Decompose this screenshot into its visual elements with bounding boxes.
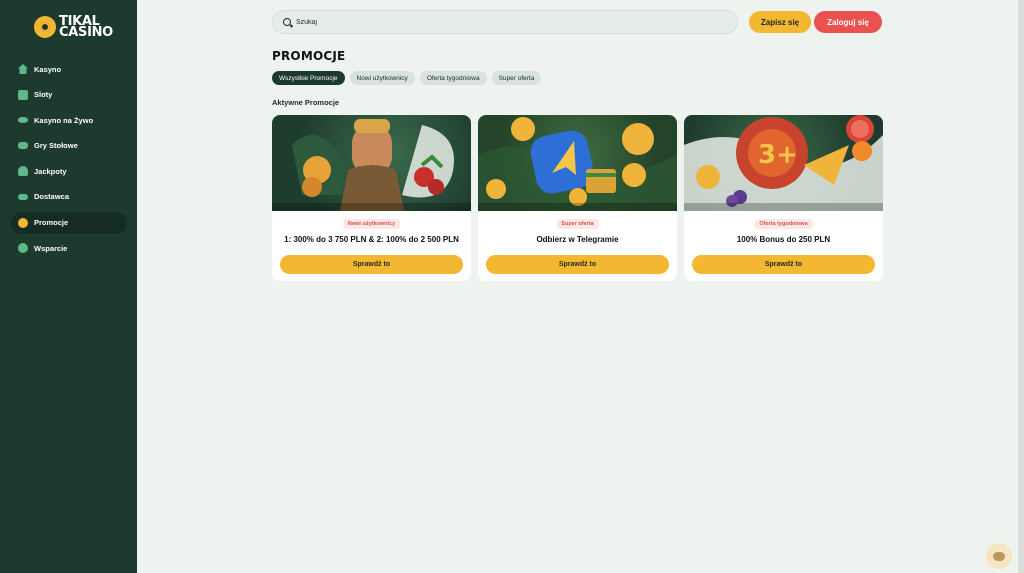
promo-badge: Super oferta bbox=[556, 219, 599, 229]
promo-title: 100% Bonus do 250 PLN bbox=[736, 235, 831, 244]
promo-art bbox=[478, 117, 677, 211]
chat-bubble-icon bbox=[993, 551, 1005, 561]
table-games-icon bbox=[18, 142, 28, 150]
sidebar-item-label: Promocje bbox=[34, 218, 69, 228]
sidebar-item-label: Kasyno na Żywo bbox=[34, 115, 94, 125]
filter-new-users[interactable]: Nowi użytkownicy bbox=[349, 71, 415, 85]
scrollbar[interactable] bbox=[1018, 0, 1024, 573]
promo-art bbox=[292, 119, 454, 211]
promo-badge: Oferta tygodniowa bbox=[754, 219, 813, 229]
check-it-button[interactable]: Sprawdź to bbox=[280, 255, 463, 274]
logo-mark-icon bbox=[34, 16, 56, 38]
logo[interactable]: TIKAL CASINO bbox=[34, 15, 113, 40]
promotions-icon bbox=[18, 217, 28, 228]
promo-title: 1: 300% do 3 750 PLN & 2: 100% do 2 500 … bbox=[284, 235, 459, 244]
promo-image-weekly-bonus: 3+ bbox=[684, 115, 883, 211]
filter-all[interactable]: Wszystkie Promocje bbox=[272, 71, 345, 85]
sidebar-item-jackpots[interactable]: Jackpoty bbox=[11, 160, 127, 182]
sidebar-item-label: Dostawca bbox=[34, 192, 70, 202]
promo-image-telegram bbox=[478, 115, 677, 211]
section-title: Aktywne Promocje bbox=[272, 98, 340, 107]
live-chat-button[interactable] bbox=[986, 543, 1012, 569]
page-title: PROMOCJE bbox=[272, 49, 346, 63]
slots-icon bbox=[18, 89, 28, 100]
check-it-button[interactable]: Sprawdź to bbox=[692, 255, 875, 274]
sidebar-item-label: Jackpoty bbox=[34, 166, 67, 176]
logo-line2: CASINO bbox=[59, 25, 113, 40]
sidebar-item-live-casino[interactable]: Kasyno na Żywo bbox=[11, 109, 127, 131]
search-icon bbox=[283, 18, 291, 26]
sidebar-item-label: Kasyno bbox=[34, 64, 62, 74]
filter-super[interactable]: Super oferta bbox=[491, 71, 542, 85]
search-input[interactable] bbox=[296, 18, 696, 26]
sidebar-item-label: Wsparcie bbox=[34, 243, 68, 253]
check-it-button[interactable]: Sprawdź to bbox=[486, 255, 669, 274]
support-icon bbox=[18, 243, 28, 254]
promo-card[interactable]: 3+ Oferta tygodniowa 100% Bonus do 250 P… bbox=[684, 115, 883, 281]
register-button[interactable]: Zapisz się bbox=[749, 11, 811, 33]
sidebar-item-sloty[interactable]: Sloty bbox=[11, 84, 127, 106]
sidebar-item-label: Sloty bbox=[34, 90, 53, 100]
promo-badge: Nowi użytkownicy bbox=[342, 219, 401, 229]
sidebar-item-kasyno[interactable]: Kasyno bbox=[11, 58, 127, 80]
promo-art: 3+ bbox=[684, 115, 883, 211]
promo-filters: Wszystkie Promocje Nowi użytkownicy Ofer… bbox=[272, 71, 542, 85]
sidebar-nav: Kasyno Sloty Kasyno na Żywo Gry Stołowe … bbox=[11, 58, 127, 263]
sidebar-item-table-games[interactable]: Gry Stołowe bbox=[11, 135, 127, 157]
home-icon bbox=[18, 64, 28, 74]
sidebar-item-support[interactable]: Wsparcie bbox=[11, 237, 127, 259]
promo-cards: Nowi użytkownicy 1: 300% do 3 750 PLN & … bbox=[272, 115, 883, 281]
svg-text:3+: 3+ bbox=[758, 140, 798, 170]
promo-title: Odbierz w Telegramie bbox=[536, 235, 619, 244]
sidebar: TIKAL CASINO Kasyno Sloty Kasyno na Żywo… bbox=[0, 0, 137, 573]
login-button[interactable]: Zaloguj się bbox=[814, 11, 882, 33]
jackpot-icon bbox=[18, 166, 28, 177]
provider-icon bbox=[18, 193, 28, 200]
promo-card[interactable]: Super oferta Odbierz w Telegramie Sprawd… bbox=[478, 115, 677, 281]
filter-weekly[interactable]: Oferta tygodniowa bbox=[419, 71, 487, 85]
sidebar-item-provider[interactable]: Dostawca bbox=[11, 186, 127, 208]
promo-card[interactable]: Nowi użytkownicy 1: 300% do 3 750 PLN & … bbox=[272, 115, 471, 281]
search-bar[interactable] bbox=[272, 10, 738, 34]
sidebar-item-label: Gry Stołowe bbox=[34, 141, 78, 151]
sidebar-item-promotions[interactable]: Promocje bbox=[11, 211, 127, 234]
promo-image-adventurer bbox=[272, 115, 471, 211]
live-casino-icon bbox=[18, 117, 28, 124]
